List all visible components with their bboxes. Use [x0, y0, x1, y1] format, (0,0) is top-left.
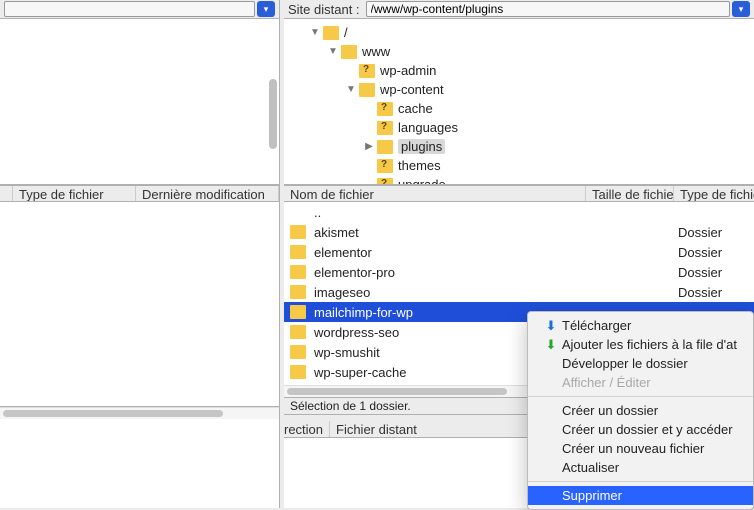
- file-type: Dossier: [674, 225, 754, 240]
- tree-item-label: www: [362, 44, 390, 59]
- tree-item-label: /: [344, 25, 348, 40]
- local-path-dropdown[interactable]: ▾: [257, 1, 275, 17]
- local-columns-header: Type de fichier Dernière modification: [0, 185, 279, 202]
- tree-item[interactable]: ▼/: [284, 23, 754, 42]
- local-path-input[interactable]: [4, 1, 255, 17]
- file-row[interactable]: imageseoDossier: [284, 282, 754, 302]
- remote-col-size[interactable]: Taille de fichie: [586, 186, 674, 201]
- file-type: Dossier: [674, 285, 754, 300]
- disclosure-icon[interactable]: ▶: [364, 141, 374, 152]
- tree-item-label: themes: [398, 158, 441, 173]
- menu-download[interactable]: ⬇Télécharger: [528, 316, 753, 335]
- tree-item-label: wp-admin: [380, 63, 436, 78]
- local-file-list[interactable]: [0, 202, 279, 407]
- menu-view-edit: Afficher / Éditer: [528, 373, 753, 392]
- folder-icon: [377, 121, 393, 135]
- tree-item[interactable]: themes: [284, 156, 754, 175]
- menu-add-queue[interactable]: ⬇Ajouter les fichiers à la file d'at: [528, 335, 753, 354]
- folder-icon: [377, 140, 393, 154]
- queue-col-direction[interactable]: rection: [284, 421, 330, 437]
- folder-icon: [290, 365, 306, 379]
- folder-icon: [377, 159, 393, 173]
- tree-item[interactable]: wp-admin: [284, 61, 754, 80]
- file-row[interactable]: akismetDossier: [284, 222, 754, 242]
- download-icon: ⬇: [544, 318, 558, 334]
- folder-icon: [341, 45, 357, 59]
- tree-item[interactable]: ▶ plugins: [284, 137, 754, 156]
- folder-icon: [290, 245, 306, 259]
- disclosure-icon[interactable]: ▼: [328, 46, 338, 57]
- remote-col-name[interactable]: Nom de fichier: [284, 186, 586, 201]
- folder-icon: [359, 64, 375, 78]
- menu-delete[interactable]: Supprimer: [528, 486, 753, 505]
- tree-item[interactable]: languages: [284, 118, 754, 137]
- menu-create-folder[interactable]: Créer un dossier: [528, 401, 753, 420]
- local-col-modified[interactable]: Dernière modification: [136, 186, 279, 201]
- menu-create-folder-enter[interactable]: Créer un dossier et y accéder: [528, 420, 753, 439]
- folder-icon: [359, 83, 375, 97]
- file-row[interactable]: ..: [284, 202, 754, 222]
- menu-separator: [528, 481, 753, 482]
- disclosure-icon[interactable]: ▼: [310, 27, 320, 38]
- tree-item[interactable]: cache: [284, 99, 754, 118]
- local-tree-area[interactable]: [0, 19, 279, 185]
- folder-icon: [290, 345, 306, 359]
- folder-icon: [377, 102, 393, 116]
- remote-site-label: Site distant :: [288, 2, 360, 17]
- menu-new-file[interactable]: Créer un nouveau fichier: [528, 439, 753, 458]
- menu-expand-folder[interactable]: Développer le dossier: [528, 354, 753, 373]
- folder-icon: [290, 325, 306, 339]
- remote-path-dropdown[interactable]: ▾: [732, 1, 750, 17]
- file-name: ..: [314, 205, 674, 220]
- local-tree-scrollbar[interactable]: [269, 79, 277, 149]
- file-row[interactable]: elementor-proDossier: [284, 262, 754, 282]
- folder-icon: [290, 285, 306, 299]
- local-topbar: ▾: [0, 0, 279, 19]
- local-pane: ▾ Type de fichier Dernière modification: [0, 0, 280, 508]
- tree-item-label: cache: [398, 101, 433, 116]
- remote-path-input[interactable]: [366, 1, 730, 17]
- tree-item-label: languages: [398, 120, 458, 135]
- tree-item[interactable]: upgrade: [284, 175, 754, 185]
- file-name: akismet: [314, 225, 674, 240]
- file-name: imageseo: [314, 285, 674, 300]
- file-row[interactable]: elementorDossier: [284, 242, 754, 262]
- context-menu: ⬇Télécharger ⬇Ajouter les fichiers à la …: [527, 311, 754, 510]
- folder-icon: [290, 265, 306, 279]
- tree-item[interactable]: ▼ wp-content: [284, 80, 754, 99]
- file-type: Dossier: [674, 245, 754, 260]
- file-name: elementor-pro: [314, 265, 674, 280]
- menu-separator: [528, 396, 753, 397]
- remote-col-type[interactable]: Type de fichie: [674, 186, 754, 201]
- tree-item[interactable]: ▼ www: [284, 42, 754, 61]
- queue-col-remote[interactable]: Fichier distant: [330, 421, 540, 437]
- local-col-type[interactable]: Type de fichier: [13, 186, 136, 201]
- remote-columns-header: Nom de fichier Taille de fichie Type de …: [284, 185, 754, 202]
- local-hscroll[interactable]: [0, 407, 279, 419]
- remote-topbar: Site distant : ▾: [284, 0, 754, 19]
- remote-tree[interactable]: ▼/▼wwwwp-admin▼wp-contentcachelanguages▶…: [284, 19, 754, 185]
- file-type: Dossier: [674, 265, 754, 280]
- tree-item-label: wp-content: [380, 82, 444, 97]
- local-col-spacer[interactable]: [0, 186, 13, 201]
- folder-icon: [290, 305, 306, 319]
- folder-icon: [323, 26, 339, 40]
- file-name: elementor: [314, 245, 674, 260]
- tree-item-label: plugins: [398, 139, 445, 154]
- add-queue-icon: ⬇: [544, 337, 558, 353]
- disclosure-icon[interactable]: ▼: [346, 84, 356, 95]
- tree-item-label: upgrade: [398, 177, 446, 185]
- menu-refresh[interactable]: Actualiser: [528, 458, 753, 477]
- folder-icon: [377, 178, 393, 186]
- folder-icon: [290, 225, 306, 239]
